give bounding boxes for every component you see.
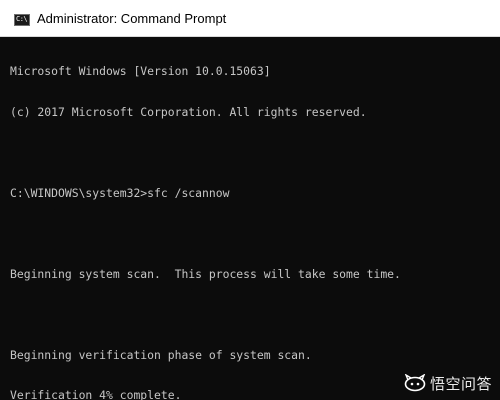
wukong-logo-eye-right (416, 382, 420, 386)
command-prompt-window: C:\ Administrator: Command Prompt Micros… (0, 0, 500, 400)
console-output[interactable]: Microsoft Windows [Version 10.0.15063] (… (10, 38, 496, 400)
watermark-text: 悟空问答 (429, 374, 492, 393)
wukong-logo-eye-left (410, 382, 414, 386)
watermark: 悟空问答 (404, 372, 492, 394)
command-prompt-icon-glyph: C:\ (16, 15, 28, 23)
console-line-scan-start: Beginning system scan. This process will… (10, 266, 401, 281)
console-scrollbar[interactable] (494, 37, 500, 400)
wukong-logo-svg (404, 373, 426, 392)
console-line-copyright: (c) 2017 Microsoft Corporation. All righ… (10, 104, 367, 119)
command-prompt-icon[interactable]: C:\ (14, 14, 30, 26)
title-bar[interactable]: C:\ Administrator: Command Prompt (0, 0, 500, 37)
window-title: Administrator: Command Prompt (37, 11, 227, 26)
console-line-verification-phase: Beginning verification phase of system s… (10, 347, 312, 362)
console-line-command: C:\WINDOWS\system32>sfc /scannow (10, 185, 230, 200)
wukong-logo-icon (404, 373, 426, 392)
console-line-version: Microsoft Windows [Version 10.0.15063] (10, 64, 271, 78)
